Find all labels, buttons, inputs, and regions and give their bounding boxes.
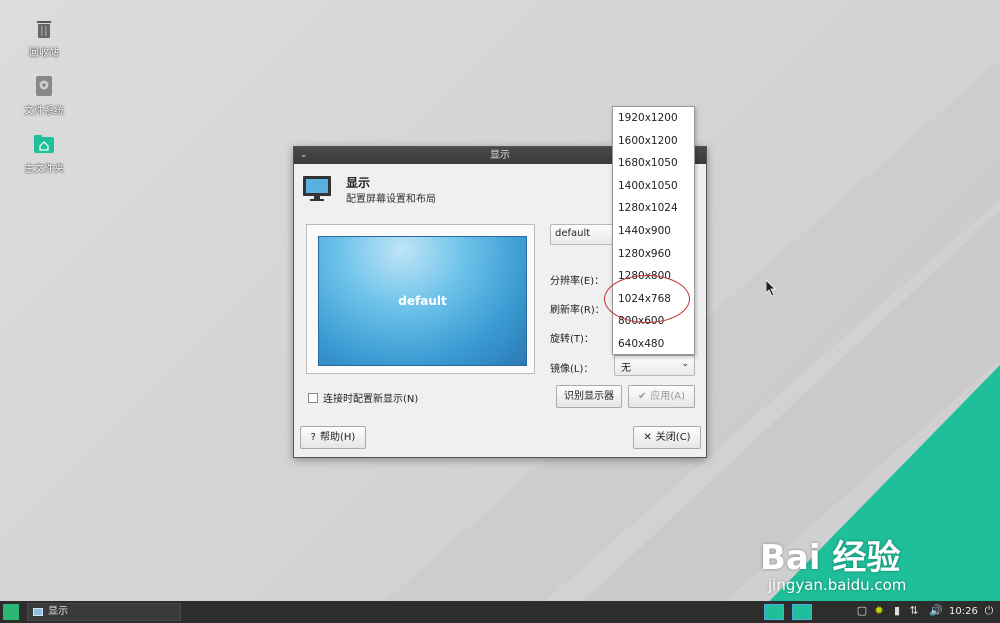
drive-icon (36, 76, 52, 96)
apply-button-label: 应用(A) (650, 391, 686, 402)
desktop-icon-label: 文件系统 (24, 106, 64, 117)
resolution-option[interactable]: 1680x1050 (613, 152, 694, 175)
checkbox-box[interactable] (308, 393, 318, 403)
clipboard-icon[interactable]: ▢ (855, 604, 869, 618)
workspace-1[interactable] (764, 604, 784, 620)
network-icon[interactable]: ⇅ (907, 604, 921, 618)
resolution-label: 分辨率(E)： (550, 276, 605, 287)
resolution-option[interactable]: 1440x900 (613, 220, 694, 243)
close-button-label: 关闭(C) (655, 432, 691, 443)
clock[interactable]: 10:26 (949, 601, 978, 623)
resolution-option[interactable]: 1280x1024 (613, 197, 694, 220)
mirror-label: 镜像(L)： (550, 364, 594, 375)
taskbar-item-label: 显示 (48, 606, 68, 617)
trash-icon (37, 21, 51, 38)
baidu-watermark: Bai 经验 jingyan.baidu.com (760, 520, 970, 600)
red-circle-annotation (604, 275, 690, 323)
home-folder-icon (34, 135, 54, 153)
mirror-select-value: 无 (621, 363, 631, 374)
mouse-cursor-icon (766, 280, 776, 296)
checkmark-icon: ✔ (637, 391, 647, 402)
resolution-option[interactable]: 1280x960 (613, 243, 694, 266)
help-button-label: 帮助(H) (319, 432, 356, 443)
watermark-url: jingyan.baidu.com (768, 576, 907, 594)
taskbar-item-display[interactable]: 显示 (27, 603, 181, 621)
desktop-icon-label: 主文件夹 (24, 164, 64, 175)
close-button[interactable]: ✕ 关闭(C) (633, 426, 701, 449)
monitor-preview-area: default (306, 224, 535, 374)
desktop-icon-home[interactable]: 主文件夹 (14, 132, 74, 175)
update-icon[interactable]: ✹ (872, 604, 886, 618)
dialog-header-title: 显示 (346, 176, 371, 190)
window-icon (33, 608, 43, 616)
volume-icon[interactable]: 🔊 (929, 604, 943, 618)
reconnect-checkbox-label: 连接时配置新显示(N) (323, 394, 419, 405)
desktop-icon-label: 回收站 (29, 48, 59, 59)
resolution-option[interactable]: 1400x1050 (613, 175, 694, 198)
reconnect-checkbox[interactable]: 连接时配置新显示(N) (308, 390, 418, 405)
monitor-icon (303, 176, 331, 201)
mirror-select[interactable]: 无 ⌄ (614, 355, 695, 376)
start-menu-button[interactable] (3, 604, 19, 620)
rotation-label: 旋转(T)： (550, 334, 594, 345)
monitor-preview[interactable]: default (318, 236, 527, 366)
power-icon[interactable]: ⏻ (982, 604, 996, 618)
chevron-down-icon[interactable]: ⌄ (300, 147, 308, 164)
help-button[interactable]: ? 帮助(H) (300, 426, 366, 449)
chevron-down-icon: ⌄ (681, 359, 689, 369)
resolution-option[interactable]: 1600x1200 (613, 130, 694, 153)
apply-button[interactable]: ✔ 应用(A) (628, 385, 695, 408)
workspace-2[interactable] (792, 604, 812, 620)
taskbar: 显示 ▢ ✹ ▮ ⇅ 🔊 10:26 ⏻ (0, 601, 1000, 623)
identify-displays-label: 识别显示器 (564, 391, 614, 402)
battery-icon[interactable]: ▮ (890, 604, 904, 618)
desktop-icon-filesystem[interactable]: 文件系统 (14, 74, 74, 117)
resolution-option[interactable]: 1920x1200 (613, 107, 694, 130)
close-icon: ✕ (643, 432, 652, 443)
watermark-brand: Bai 经验 (760, 538, 901, 578)
refresh-rate-label: 刷新率(R)： (550, 305, 605, 316)
desktop-icon-trash[interactable]: 回收站 (14, 16, 74, 59)
resolution-option[interactable]: 640x480 (613, 333, 694, 356)
help-icon: ? (310, 432, 316, 443)
dialog-window-title: 显示 (490, 150, 510, 161)
dialog-header-subtitle: 配置屏幕设置和布局 (346, 194, 436, 205)
identify-displays-button[interactable]: 识别显示器 (556, 385, 622, 408)
